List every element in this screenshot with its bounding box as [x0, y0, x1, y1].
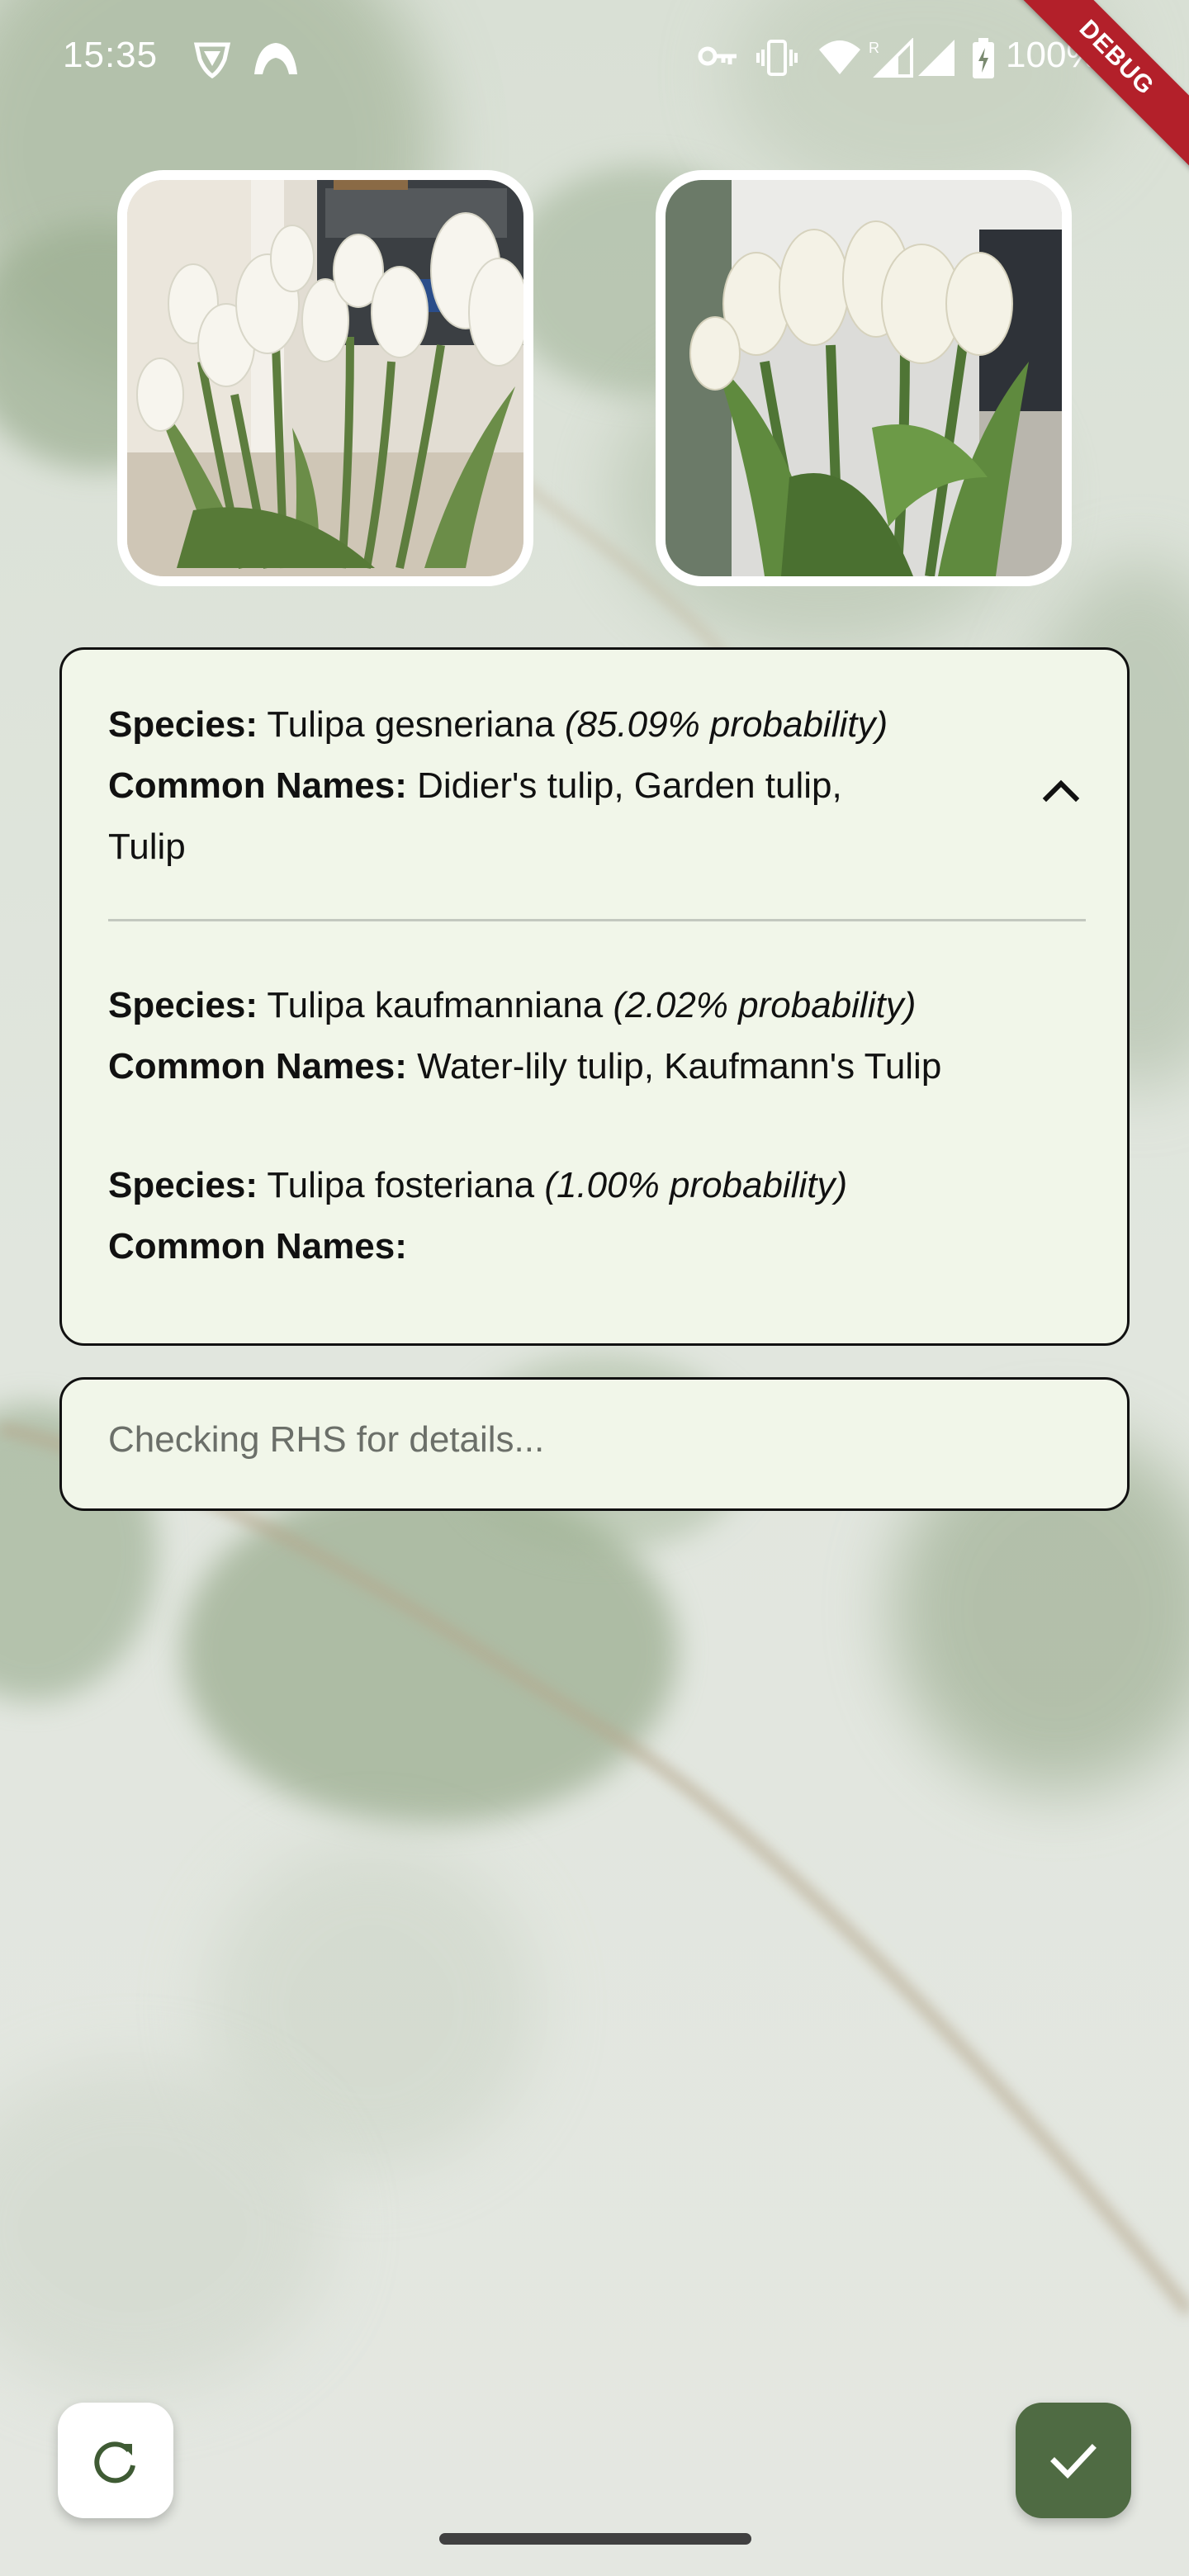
- vibrate-icon: [756, 40, 798, 76]
- common-names-label: Common Names:: [108, 1226, 407, 1267]
- result-1-common-names-continuation: Tulip: [108, 817, 186, 878]
- result-2-common-names-line: Common Names: Water-lily tulip, Kaufmann…: [108, 1036, 941, 1097]
- species-label: Species:: [108, 704, 258, 745]
- tulip-photo-1[interactable]: [117, 170, 533, 586]
- common-names-value: Didier's tulip, Garden tulip,: [417, 765, 842, 806]
- signal-icon: [918, 40, 955, 76]
- common-names-label: Common Names:: [108, 765, 407, 806]
- result-1-species-line: Species: Tulipa gesneriana (85.09% proba…: [108, 694, 888, 755]
- confirm-button[interactable]: [1016, 2403, 1131, 2518]
- cloud-arch-icon: [254, 43, 297, 74]
- svg-text:R: R: [869, 40, 879, 56]
- result-3-common-names-line: Common Names:: [108, 1216, 407, 1277]
- check-icon: [1050, 2444, 1097, 2479]
- key-icon: [698, 46, 737, 66]
- rhs-details-card: Checking RHS for details...: [59, 1377, 1130, 1511]
- species-probability: (85.09% probability): [564, 704, 888, 745]
- species-label: Species:: [108, 1165, 258, 1205]
- species-name: Tulipa fosteriana: [267, 1165, 535, 1205]
- identification-results-card[interactable]: Species: Tulipa gesneriana (85.09% proba…: [59, 647, 1130, 1346]
- result-2-species-line: Species: Tulipa kaufmanniana (2.02% prob…: [108, 975, 916, 1036]
- chevron-up-icon[interactable]: [1028, 765, 1094, 815]
- home-indicator[interactable]: [439, 2533, 751, 2545]
- vpn-shield-icon: [193, 42, 231, 79]
- species-label: Species:: [108, 985, 258, 1025]
- tulip-photo-2[interactable]: [656, 170, 1072, 586]
- species-probability: (1.00% probability): [544, 1165, 848, 1205]
- status-time: 15:35: [63, 35, 159, 75]
- common-names-label: Common Names:: [108, 1046, 407, 1087]
- common-names-value-continued: Tulip: [108, 826, 186, 867]
- tulip-photo-2-image: [666, 180, 1062, 576]
- result-3-species-line: Species: Tulipa fosteriana (1.00% probab…: [108, 1155, 847, 1216]
- species-probability: (2.02% probability): [613, 985, 917, 1025]
- refresh-button[interactable]: [58, 2403, 173, 2518]
- rhs-status-text: Checking RHS for details...: [108, 1419, 545, 1460]
- battery-charging-icon: [973, 38, 994, 78]
- species-name: Tulipa gesneriana: [267, 704, 555, 745]
- species-name: Tulipa kaufmanniana: [267, 985, 604, 1025]
- status-bar: 15:35 R 100% DEBUG: [0, 0, 1189, 181]
- results-divider: [108, 919, 1086, 921]
- tulip-photo-1-image: [127, 180, 523, 576]
- signal-roaming-icon: R: [869, 38, 913, 78]
- refresh-icon: [94, 2441, 135, 2484]
- common-names-value: Water-lily tulip, Kaufmann's Tulip: [417, 1046, 942, 1087]
- result-1-common-names-line: Common Names: Didier's tulip, Garden tul…: [108, 755, 842, 817]
- wifi-icon: [819, 40, 860, 74]
